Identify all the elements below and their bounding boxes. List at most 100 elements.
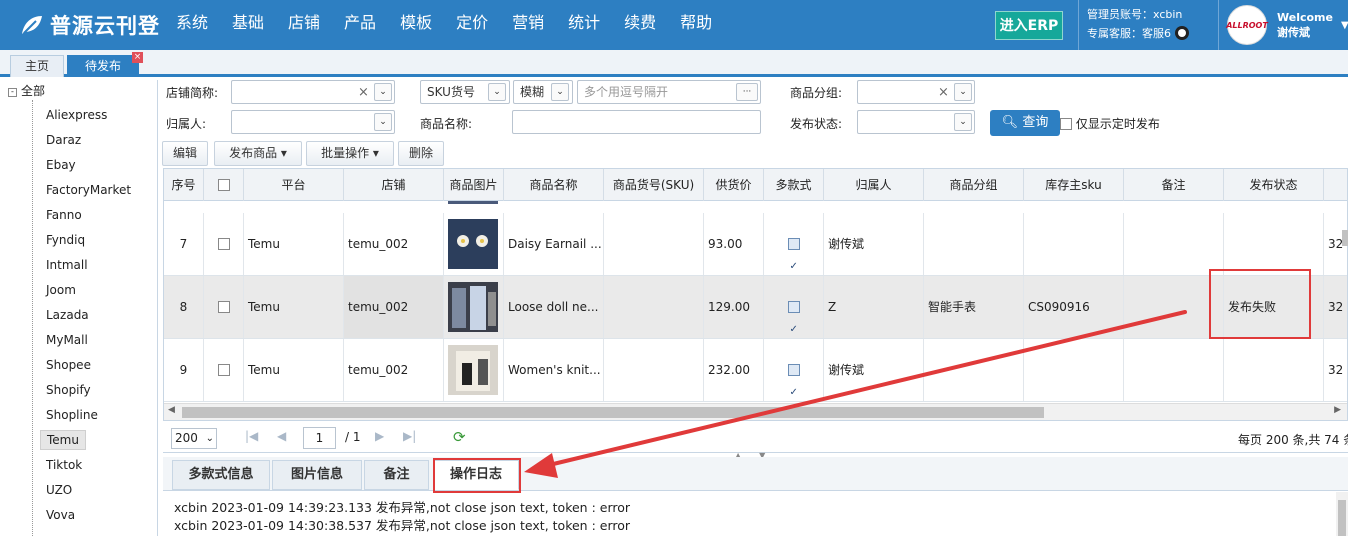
publish-dropdown-button[interactable]: 发布商品 ▾ bbox=[214, 141, 302, 166]
product-image[interactable] bbox=[448, 345, 498, 395]
nav-template[interactable]: 模板 bbox=[390, 0, 442, 50]
collapse-icon[interactable]: - bbox=[8, 88, 17, 97]
user-menu[interactable]: ALLROOT Welcome 谢传斌 ▼ bbox=[1218, 0, 1348, 50]
match-mode-select[interactable]: 模糊 ⌄ bbox=[513, 80, 573, 104]
log-vertical-scrollbar[interactable] bbox=[1336, 492, 1348, 536]
dropdown-icon[interactable]: ⌄ bbox=[488, 83, 506, 101]
nav-marketing[interactable]: 营销 bbox=[502, 0, 554, 50]
cell-product-name[interactable]: Women's knit... bbox=[504, 339, 604, 401]
table-row[interactable]: 8 Temutemu_002 Loose doll ne... 129.00 Z智能手表… bbox=[164, 276, 1347, 339]
tree-item-aliexpress[interactable]: Aliexpress bbox=[40, 105, 113, 125]
batch-operation-button[interactable]: 批量操作 ▾ bbox=[306, 141, 394, 166]
col-sku[interactable]: 商品货号(SKU) bbox=[604, 169, 704, 201]
col-no[interactable]: 序号 bbox=[164, 169, 204, 201]
tree-item-lazada[interactable]: Lazada bbox=[40, 305, 95, 325]
tree-item-factorymarket[interactable]: FactoryMarket bbox=[40, 180, 137, 200]
edit-button[interactable]: 编辑 bbox=[162, 141, 208, 166]
tree-item-tiktok[interactable]: Tiktok bbox=[40, 455, 88, 475]
col-platform[interactable]: 平台 bbox=[244, 169, 344, 201]
col-price[interactable]: 供货价 bbox=[704, 169, 764, 201]
sku-type-select[interactable]: SKU货号 ⌄ bbox=[420, 80, 510, 104]
tree-item-shopline[interactable]: Shopline bbox=[40, 405, 104, 425]
scheduled-only-checkbox[interactable] bbox=[1060, 118, 1072, 130]
sku-input[interactable]: 多个用逗号隔开 ··· bbox=[577, 80, 761, 104]
last-page-icon[interactable]: ▶| bbox=[403, 429, 416, 443]
col-name[interactable]: 商品名称 bbox=[504, 169, 604, 201]
log-scroll-thumb[interactable] bbox=[1338, 500, 1346, 536]
caret-down-icon[interactable]: ▼ bbox=[1341, 20, 1348, 31]
tab-remark[interactable]: 备注 bbox=[364, 460, 429, 490]
delete-button[interactable]: 删除 bbox=[398, 141, 444, 166]
scroll-thumb[interactable] bbox=[182, 407, 1044, 418]
page-number-input[interactable]: 1 bbox=[303, 427, 336, 449]
tab-pending-publish[interactable]: 待发布 × bbox=[67, 52, 143, 77]
tab-multi-style-info[interactable]: 多款式信息 bbox=[172, 460, 270, 490]
app-logo[interactable]: 普源云刊登 bbox=[20, 9, 160, 41]
dropdown-icon[interactable]: ⌄ bbox=[954, 83, 972, 101]
col-remark[interactable]: 备注 bbox=[1124, 169, 1224, 201]
tree-item-ebay[interactable]: Ebay bbox=[40, 155, 82, 175]
cell-product-name[interactable]: Loose doll ne... bbox=[504, 276, 604, 338]
nav-basic[interactable]: 基础 bbox=[222, 0, 274, 50]
nav-renewal[interactable]: 续费 bbox=[614, 0, 666, 50]
scroll-right-icon[interactable]: ▶ bbox=[1334, 405, 1341, 415]
owner-select[interactable]: ⌄ bbox=[231, 110, 395, 134]
nav-help[interactable]: 帮助 bbox=[670, 0, 722, 50]
dropdown-icon[interactable]: ⌄ bbox=[374, 83, 392, 101]
refresh-icon[interactable]: ⟳ bbox=[453, 428, 466, 446]
tree-item-vova[interactable]: Vova bbox=[40, 505, 81, 525]
col-group[interactable]: 商品分组 bbox=[924, 169, 1024, 201]
product-image[interactable] bbox=[448, 282, 498, 332]
tree-item-mymall[interactable]: MyMall bbox=[40, 330, 94, 350]
nav-pricing[interactable]: 定价 bbox=[446, 0, 498, 50]
horizontal-scrollbar[interactable]: ◀ ▶ bbox=[164, 403, 1347, 420]
tree-item-fanno[interactable]: Fanno bbox=[40, 205, 88, 225]
group-select[interactable]: × ⌄ bbox=[857, 80, 975, 104]
nav-product[interactable]: 产品 bbox=[334, 0, 386, 50]
page-size-select[interactable]: 200 ⌄ bbox=[171, 428, 217, 449]
grid-vertical-scroll-thumb[interactable] bbox=[1342, 230, 1348, 246]
qq-icon[interactable] bbox=[1175, 26, 1189, 40]
shop-select[interactable]: × ⌄ bbox=[231, 80, 395, 104]
nav-statistics[interactable]: 统计 bbox=[558, 0, 610, 50]
col-owner[interactable]: 归属人 bbox=[824, 169, 924, 201]
nav-system[interactable]: 系统 bbox=[166, 0, 218, 50]
tree-root-all[interactable]: - 全部 bbox=[8, 82, 45, 99]
enter-erp-button[interactable]: 进入ERP bbox=[995, 11, 1063, 40]
query-button[interactable]: 🔍︎ 查询 bbox=[990, 110, 1060, 136]
select-all-checkbox[interactable] bbox=[217, 179, 230, 191]
col-image[interactable]: 商品图片 bbox=[444, 169, 504, 201]
row-checkbox[interactable] bbox=[217, 301, 230, 313]
clear-icon[interactable]: × bbox=[358, 82, 369, 104]
col-status[interactable]: 发布状态 bbox=[1224, 169, 1324, 201]
more-button[interactable]: ··· bbox=[736, 83, 758, 101]
tree-item-temu[interactable]: Temu bbox=[40, 430, 86, 450]
col-main-sku[interactable]: 库存主sku bbox=[1024, 169, 1124, 201]
close-tab-icon[interactable]: × bbox=[132, 52, 143, 63]
dropdown-icon[interactable]: ⌄ bbox=[551, 83, 569, 101]
tree-item-intmall[interactable]: Intmall bbox=[40, 255, 94, 275]
dropdown-icon[interactable]: ⌄ bbox=[374, 113, 392, 131]
col-extra[interactable] bbox=[1324, 169, 1347, 201]
dropdown-icon[interactable]: ⌄ bbox=[954, 113, 972, 131]
tree-item-uzo[interactable]: UZO bbox=[40, 480, 78, 500]
tree-item-shopee[interactable]: Shopee bbox=[40, 355, 97, 375]
tree-item-daraz[interactable]: Daraz bbox=[40, 130, 87, 150]
clear-icon[interactable]: × bbox=[938, 82, 949, 104]
product-image[interactable] bbox=[448, 219, 498, 269]
col-shop[interactable]: 店铺 bbox=[344, 169, 444, 201]
tree-item-shopify[interactable]: Shopify bbox=[40, 380, 97, 400]
row-checkbox[interactable] bbox=[217, 364, 230, 376]
table-row[interactable]: 9 Temutemu_002 Women's knit... 232.00 谢传斌 32 bbox=[164, 339, 1347, 402]
status-select[interactable]: ⌄ bbox=[857, 110, 975, 134]
tree-item-joom[interactable]: Joom bbox=[40, 280, 82, 300]
tree-item-fyndiq[interactable]: Fyndiq bbox=[40, 230, 91, 250]
next-page-icon[interactable]: ▶ bbox=[375, 429, 384, 443]
cell-product-name[interactable]: Daisy Earnail ... bbox=[504, 213, 604, 275]
nav-shop[interactable]: 店铺 bbox=[278, 0, 330, 50]
tab-image-info[interactable]: 图片信息 bbox=[272, 460, 362, 490]
first-page-icon[interactable]: |◀ bbox=[245, 429, 258, 443]
table-row[interactable]: 7Temutemu_002Daisy Earnail ...93.00谢传斌32 bbox=[164, 213, 1347, 276]
product-name-input[interactable] bbox=[512, 110, 761, 134]
tab-home[interactable]: 主页 bbox=[10, 55, 64, 77]
